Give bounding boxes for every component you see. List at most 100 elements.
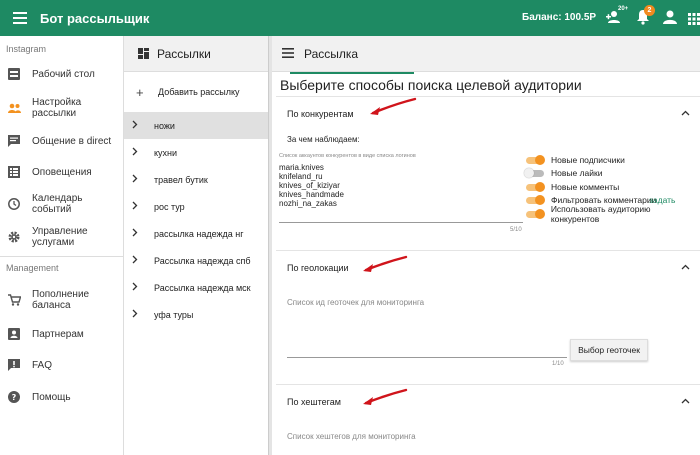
chevron-up-icon[interactable] [681,396,690,407]
competitor-option-row: Новые комменты [524,180,619,193]
svg-text:?: ? [12,393,17,402]
sidebar-item-label: Календарь событий [32,193,83,215]
chevron-up-icon[interactable] [681,262,690,273]
sidebar-item-services[interactable]: Управление услугами [0,220,123,254]
mailing-list-item-label: кухни [154,147,178,158]
sidebar-item-direct[interactable]: Общение в direct [0,126,123,156]
sidebar-item-label: Оповещения [32,166,92,178]
sidebar-item-label: Рабочий стол [32,68,95,80]
section-label-instagram: Instagram [6,44,47,54]
sidebar-divider [0,256,123,257]
contact-icon [8,328,32,340]
geo-panel: По геолокации Список ид геоточек для мон… [276,250,700,374]
balance-label[interactable]: Баланс: 100.5Р [522,12,596,23]
hashtags-panel: По хештегам Список хештегов для монитори… [276,384,700,455]
clock-icon [8,198,32,210]
competitor-option-row: Новые подписчики [524,153,625,166]
toggle-switch[interactable] [524,154,546,165]
mailing-list-item-label: рассылка надежда нг [154,228,244,239]
gear-icon [8,231,32,243]
competitor-accounts-textarea[interactable]: maria.knives knifeland_ru knives_of_kizi… [279,163,344,208]
sidebar-item-mailing-settings[interactable]: Настройка рассылки [0,90,123,126]
section-label-management: Management [6,263,59,273]
hashtag-input-placeholder[interactable]: Список хештегов для мониторинга [287,432,416,441]
mailing-list-item[interactable]: Рассылка надежда мск [124,274,268,301]
sidebar-item-label: FAQ [32,359,53,371]
mailing-list-item-label: уфа туры [154,309,194,320]
choose-geopoints-button[interactable]: Выбор геоточек [570,339,648,361]
mailing-list-item[interactable]: Рассылка надежда спб [124,247,268,274]
competitor-option-row: Новые лайки [524,167,602,180]
geo-input-placeholder[interactable]: Список ид геоточек для мониторинга [287,298,424,307]
chat-icon [8,135,32,147]
menu-icon[interactable] [0,12,40,24]
geo-panel-header[interactable]: По геолокации [276,251,700,285]
sidebar-item-label: Партнерам [32,328,84,340]
mailing-list-item[interactable]: кухни [124,139,268,166]
sidebar-item-alerts[interactable]: Оповещения [0,156,123,188]
mailing-list-item-label: ножи [154,120,175,131]
mailing-list-item[interactable]: ножи [124,112,268,139]
mailing-list-item-label: рос тур [154,201,185,212]
sidebar-item-faq[interactable]: FAQ [0,349,123,381]
cart-icon [8,294,32,306]
notification-list-icon [8,166,32,178]
hashtags-panel-title: По хештегам [287,397,341,407]
toggle-label: Новые комменты [551,181,620,192]
mailing-list: ножи кухни травел бутик рос тур рассылка над… [124,112,268,328]
add-user-icon[interactable]: 20+ [606,6,628,30]
annotation-arrow-icon [363,255,408,272]
annotation-arrow-icon [370,97,417,115]
chevron-right-icon[interactable] [132,201,154,213]
menu-icon[interactable] [282,47,294,61]
chevron-up-icon[interactable] [681,108,690,119]
main-header: Рассылка [272,36,700,72]
toggle-switch[interactable] [524,181,546,192]
chevron-right-icon[interactable] [132,147,154,159]
sidebar-item-partners[interactable]: Партнерам [0,319,123,349]
chevron-right-icon[interactable] [132,120,154,132]
people-icon [8,103,32,113]
top-app-bar: Бот рассыльщик Баланс: 100.5Р 20+ 2 [0,0,700,36]
chevron-right-icon[interactable] [132,255,154,267]
toggle-switch[interactable] [524,208,546,219]
filter-comments-link[interactable]: задать [649,195,675,205]
plus-icon: + [136,84,144,100]
competitor-option-row: Использовать аудиторию конкурентов [524,204,700,224]
notifications-icon[interactable]: 2 [636,5,655,30]
sidebar-item-top-up[interactable]: Пополнение баланса [0,281,123,319]
mailing-list-item[interactable]: травел бутик [124,166,268,193]
mailings-column: Рассылки + Добавить рассылку ножи кухни тр… [124,36,269,455]
help-icon: ? [8,391,32,403]
mailing-list-item[interactable]: рассылка надежда нг [124,220,268,247]
dashboard-icon [138,48,149,59]
sidebar-item-dashboard[interactable]: Рабочий стол [0,58,123,90]
sidebar-item-label: Настройка рассылки [32,97,82,119]
toggle-label: Новые подписчики [551,154,625,165]
chevron-right-icon[interactable] [132,282,154,294]
dashboard-icon [8,68,32,80]
add-mailing-button[interactable]: + Добавить рассылку [124,72,268,112]
annotation-arrow-icon [363,388,408,405]
toggle-switch[interactable] [524,168,546,178]
chevron-right-icon[interactable] [132,174,154,186]
apps-grid-icon[interactable] [688,12,700,30]
user-icon[interactable] [663,9,677,30]
sidebar-item-label: Пополнение баланса [32,289,90,311]
toggle-label: Новые лайки [551,168,603,178]
toggle-switch[interactable] [524,195,546,205]
mailing-list-item-label: Рассылка надежда спб [154,255,251,266]
mailing-list-item[interactable]: уфа туры [124,301,268,328]
sidebar: Instagram Рабочий стол Настройка рассылк… [0,36,124,455]
mailing-list-item[interactable]: рос тур [124,193,268,220]
geo-input-underline [287,357,567,358]
watch-label: За чем наблюдаем: [287,135,360,144]
add-user-badge: 20+ [618,6,629,12]
competitors-panel-header[interactable]: По конкурентам [276,97,700,131]
sidebar-item-label: Помощь [32,391,71,403]
chevron-right-icon[interactable] [132,309,154,321]
sidebar-item-help[interactable]: ? Помощь [0,381,123,413]
sidebar-item-calendar[interactable]: Календарь событий [0,188,123,220]
chevron-right-icon[interactable] [132,228,154,240]
hashtags-panel-header[interactable]: По хештегам [276,385,700,419]
